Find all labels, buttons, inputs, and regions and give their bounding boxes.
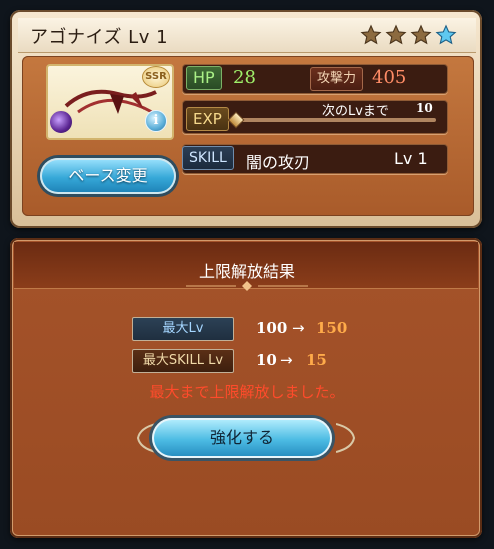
max-level-label: 最大Lv — [132, 317, 234, 341]
rarity-badge: SSR — [142, 66, 170, 88]
skill-label: SKILL — [182, 146, 234, 170]
attack-label: 攻撃力 — [310, 67, 364, 91]
max-skill-level-from: 10 — [256, 351, 277, 369]
base-change-button[interactable]: ベース変更 — [40, 158, 176, 194]
exp-next-value: 10 — [416, 101, 433, 115]
hp-label: HP — [186, 66, 222, 90]
max-level-to: 150 — [316, 319, 348, 337]
max-skill-level-arrow: → — [280, 351, 293, 369]
star-icon — [385, 24, 407, 45]
uncap-result-title: 上限解放結果 — [198, 262, 295, 281]
exp-progress-bar — [236, 118, 436, 122]
star-icon — [435, 24, 457, 45]
star-icon — [360, 24, 382, 45]
exp-next-label: 次のLvまで — [322, 104, 389, 119]
uncap-complete-message: 最大まで上限解放しました。 — [149, 383, 345, 401]
exp-label: EXP — [186, 107, 229, 131]
star-icon — [410, 24, 432, 45]
rarity-stars — [360, 24, 457, 46]
hp-value: 28 — [233, 67, 256, 88]
attack-value: 405 — [372, 67, 407, 88]
dark-element-icon — [49, 110, 73, 134]
max-level-arrow: → — [292, 319, 305, 337]
max-skill-level-to: 15 — [306, 351, 327, 369]
max-skill-level-label: 最大SKILL Lv — [132, 349, 234, 373]
info-icon[interactable]: i — [145, 110, 167, 132]
skill-level: Lv 1 — [394, 149, 428, 168]
enhance-button[interactable]: 強化する — [152, 418, 332, 458]
title-ornament-icon — [186, 281, 308, 291]
max-level-from: 100 — [256, 319, 288, 337]
skill-name: 闇の攻刃 — [246, 153, 311, 172]
button-wing-right-icon — [336, 423, 356, 453]
weapon-title: アゴナイズ Lv 1 — [30, 27, 169, 48]
